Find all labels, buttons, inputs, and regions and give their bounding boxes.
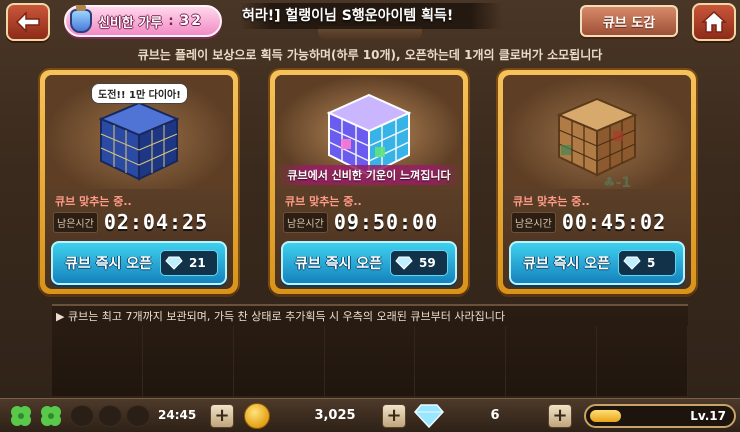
- add-gem-button[interactable]: +: [548, 404, 572, 428]
- time-remaining-value: 09:50:00: [333, 210, 439, 234]
- clover-refill-timer: 24:45: [158, 408, 197, 422]
- diamond-icon: [623, 256, 641, 270]
- gold-coin-icon: [244, 403, 270, 429]
- open-button-label: 큐브 즉시 오픈: [65, 256, 153, 272]
- mystic-powder-gauge: 신비한 가루 : 32: [64, 5, 222, 37]
- cube-caption: 큐브에서 신비한 기운이 느껴집니다: [277, 165, 461, 185]
- diamond-icon: [165, 256, 183, 270]
- back-arrow-icon: [15, 11, 40, 33]
- diamond-cost-value: 21: [189, 256, 206, 270]
- log-slot: [325, 326, 416, 398]
- info-text: 큐브는 플레이 보상으로 획득 가능하며(하루 10개), 오픈하는데 1개의 …: [137, 48, 603, 62]
- time-remaining-label: 남은시간: [511, 211, 556, 233]
- timer-row: 남은시간 02:04:25: [53, 210, 208, 234]
- clover-icon: [41, 406, 61, 426]
- instant-open-button[interactable]: 큐브 즉시 오픈 59: [281, 241, 457, 285]
- cube-status: 큐브 맞추는 중..: [285, 195, 362, 208]
- cube-dictionary-button[interactable]: 큐브 도감: [580, 5, 678, 37]
- log-slot: [597, 326, 689, 398]
- clover-cost-indicator: ♣-1: [603, 175, 631, 191]
- timer-row: 남은시간 09:50:00: [283, 210, 438, 234]
- diamond-cost: 21: [160, 250, 219, 276]
- clover-icon: [11, 406, 31, 426]
- cube-card-1: 도전!! 1만 다이아! 큐브 맞추는 중.. 남은시간 02:04:25 큐브…: [40, 70, 238, 294]
- log-slot: [143, 326, 234, 398]
- level-progress-fill: [590, 410, 621, 422]
- log-slot: [52, 326, 143, 398]
- cube-log-panel: ▶ 큐브는 최고 7개까지 보관되며, 가득 찬 상태로 추가획득 시 우측의 …: [52, 304, 689, 398]
- clover-small-icon: ♣: [603, 175, 616, 191]
- time-remaining-label: 남은시간: [53, 211, 98, 233]
- empty-clover-slot: [98, 405, 122, 427]
- time-remaining-value: 00:45:02: [561, 210, 667, 234]
- diamond-cost: 5: [618, 250, 677, 276]
- gauge-separator: :: [168, 13, 174, 29]
- cube-card-2: 큐브에서 신비한 기운이 느껴집니다 큐브 맞추는 중.. 남은시간 09:50…: [270, 70, 468, 294]
- log-slot: [234, 326, 325, 398]
- cube-visual: [503, 75, 691, 189]
- log-slot: [415, 326, 507, 398]
- clover-cost-value: -1: [615, 175, 632, 191]
- gold-amount: 3,025: [314, 408, 356, 423]
- diamond-icon: [395, 256, 413, 270]
- gauge-label: 신비한 가루: [98, 15, 163, 31]
- announcement-banner: 혀라!] 헐랭이님 S행운아이템 획득!: [240, 3, 502, 29]
- diamond-cost: 59: [390, 250, 449, 276]
- log-slots: [52, 326, 689, 398]
- time-remaining-value: 02:04:25: [103, 210, 209, 234]
- promo-bubble: 도전!! 1만 다이아!: [91, 83, 188, 104]
- open-button-label: 큐브 즉시 오픈: [295, 256, 383, 272]
- resource-bar: 24:45 + 3,025 + 6 + Lv.17: [0, 398, 740, 432]
- diamond-cost-value: 59: [419, 256, 436, 270]
- empty-clover-slot: [70, 405, 94, 427]
- cube-visual: 큐브에서 신비한 기운이 느껴집니다: [275, 75, 463, 189]
- instant-open-button[interactable]: 큐브 즉시 오픈 21: [51, 241, 227, 285]
- cube-status: 큐브 맞추는 중..: [55, 195, 132, 208]
- level-label: Lv.17: [690, 409, 726, 423]
- banner-text: 혀라!] 헐랭이님 S행운아이템 획득!: [242, 8, 454, 24]
- powder-bottle-icon: [70, 5, 92, 33]
- instant-open-button[interactable]: 큐브 즉시 오픈 5: [509, 241, 685, 285]
- level-bar: Lv.17: [584, 404, 736, 428]
- back-button[interactable]: [6, 3, 50, 41]
- cube-status: 큐브 맞추는 중..: [513, 195, 590, 208]
- cube-visual: 도전!! 1만 다이아!: [45, 75, 233, 189]
- top-bar: 신비한 가루 : 32 혀라!] 헐랭이님 S행운아이템 획득! 큐브 도감: [0, 0, 740, 44]
- home-icon: [701, 10, 727, 33]
- empty-clover-slot: [126, 405, 150, 427]
- home-button[interactable]: [692, 3, 736, 41]
- add-clover-button[interactable]: +: [210, 404, 234, 428]
- add-gold-button[interactable]: +: [382, 404, 406, 428]
- timer-row: 남은시간 00:45:02: [511, 210, 666, 234]
- cube-screen: 신비한 가루 : 32 혀라!] 헐랭이님 S행운아이템 획득! 큐브 도감 큐…: [0, 0, 740, 432]
- time-remaining-label: 남은시간: [283, 211, 328, 233]
- cube-card-3: ♣-1 큐브 맞추는 중.. 남은시간 00:45:02 큐브 즉시 오픈 5: [498, 70, 696, 294]
- diamond-cost-value: 5: [647, 256, 656, 270]
- gauge-value: 32: [179, 13, 204, 29]
- cube-icon: [556, 97, 638, 177]
- log-slot: [506, 326, 598, 398]
- open-button-label: 큐브 즉시 오픈: [523, 256, 611, 272]
- storage-notice: ▶ 큐브는 최고 7개까지 보관되며, 가득 찬 상태로 추가획득 시 우측의 …: [56, 310, 505, 323]
- gem-icon: [414, 404, 444, 429]
- gem-amount: 6: [490, 408, 500, 423]
